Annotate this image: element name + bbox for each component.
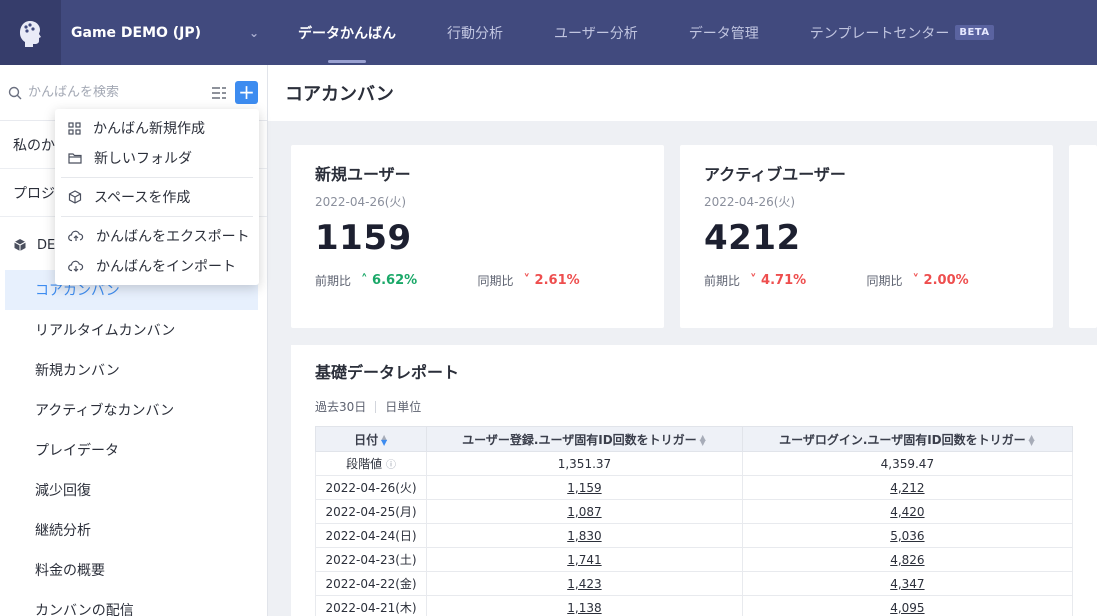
date-cell: 2022-04-21(木) <box>314 595 428 616</box>
sort-icon[interactable]: ▲ ▼ <box>380 434 388 447</box>
value-link[interactable]: 1,159 <box>426 475 743 500</box>
date-cell: 2022-04-26(火) <box>314 475 428 500</box>
sidebar-item-new-kanban[interactable]: 新規カンバン <box>0 350 267 390</box>
menu-divider <box>61 177 253 178</box>
info-icon[interactable]: ⓘ <box>386 460 396 471</box>
nav-data-kanban[interactable]: データかんばん <box>298 0 396 65</box>
value-link[interactable]: 4,420 <box>741 499 1074 524</box>
table-row: 2022-04-21(木) 1,138 4,095 <box>314 595 1074 616</box>
report-meta: 過去30日 日単位 <box>315 398 1073 415</box>
value-link[interactable]: 1,138 <box>426 595 743 616</box>
mom-value: ˅ 4.71% <box>750 273 807 288</box>
metric-card-partial[interactable] <box>1069 145 1097 328</box>
menu-export-kanban[interactable]: かんばんをエクスポート <box>55 221 259 251</box>
stage-row: 段階値 ⓘ 1,351.37 4,359.47 <box>314 451 1074 476</box>
date-cell: 2022-04-24(日) <box>314 523 428 548</box>
folder-icon <box>68 153 82 164</box>
value-link[interactable]: 1,741 <box>426 547 743 572</box>
column-header-login[interactable]: ユーザログイン.ユーザ固有ID回数をトリガー ▲ ▼ <box>741 426 1074 452</box>
table-row: 2022-04-25(月) 1,087 4,420 <box>314 499 1074 524</box>
chevron-down-icon: ⌄ <box>248 25 259 40</box>
mom-label: 前期比 <box>315 274 352 288</box>
yoy-label: 同期比 <box>477 274 514 288</box>
sidebar-item-play-data[interactable]: プレイデータ <box>0 430 267 470</box>
page-title: コアカンバン <box>268 65 1097 121</box>
cloud-upload-icon <box>68 230 84 242</box>
column-header-date[interactable]: 日付 ▲ ▼ <box>314 426 428 452</box>
sort-icon[interactable]: ▲ ▼ <box>699 434 707 447</box>
cloud-download-icon <box>68 260 84 272</box>
cube-icon <box>68 190 82 204</box>
grid-icon <box>68 121 81 135</box>
card-title: アクティブユーザー <box>704 165 846 184</box>
card-comparisons: 前期比 ˄ 6.62% 同期比 ˅ 2.61% <box>315 272 640 289</box>
main-nav: データかんばん 行動分析 ユーザー分析 データ管理 テンプレートセンター BET… <box>298 0 1045 65</box>
basic-data-report: 基礎データレポート 過去30日 日単位 日付 ▲ ▼ ユーザー登録.ユーザ固有ID回… <box>291 345 1097 616</box>
yoy-value: ˅ 2.61% <box>523 273 580 288</box>
card-date: 2022-04-26(火) <box>315 195 407 209</box>
sidebar-item-revenue-overview[interactable]: 料金の概要 <box>0 550 267 590</box>
value-link[interactable]: 1,423 <box>426 571 743 596</box>
value-link[interactable]: 4,095 <box>741 595 1074 616</box>
search-input[interactable] <box>28 85 208 100</box>
project-name: Game DEMO (JP) <box>71 24 202 41</box>
nav-user-analysis[interactable]: ユーザー分析 <box>554 0 638 65</box>
divider <box>375 400 377 413</box>
card-value: 1159 <box>315 218 412 258</box>
menu-import-kanban[interactable]: かんばんをインポート <box>55 251 259 281</box>
table-row: 2022-04-23(土) 1,741 4,826 <box>314 547 1074 572</box>
time-unit[interactable]: 日単位 <box>385 398 421 415</box>
card-title: 新規ユーザー <box>315 165 411 184</box>
menu-create-space[interactable]: スペースを作成 <box>55 182 259 212</box>
menu-new-kanban[interactable]: かんばん新規作成 <box>55 113 259 143</box>
beta-badge: BETA <box>955 25 994 40</box>
yoy-value: ˅ 2.00% <box>912 273 969 288</box>
menu-new-folder[interactable]: 新しいフォルダ <box>55 143 259 173</box>
add-dropdown-menu: かんばん新規作成 新しいフォルダ スペースを作成 かんばんをエクスポート かんば… <box>55 109 259 285</box>
card-value: 4212 <box>704 218 801 258</box>
nav-behavior-analysis[interactable]: 行動分析 <box>447 0 503 65</box>
sidebar-item-realtime-kanban[interactable]: リアルタイムカンバン <box>0 310 267 350</box>
menu-divider <box>61 216 253 217</box>
add-button[interactable]: + <box>235 81 258 104</box>
app-logo[interactable] <box>0 0 61 65</box>
space-group-label: DE <box>37 237 56 253</box>
date-cell: 2022-04-22(金) <box>314 571 428 596</box>
value-link[interactable]: 5,036 <box>741 523 1074 548</box>
project-selector[interactable]: Game DEMO (JP) ⌄ <box>61 0 267 65</box>
report-title: 基礎データレポート <box>315 363 460 382</box>
sidebar-item-kanban-delivery[interactable]: カンバンの配信 <box>0 590 267 616</box>
metric-card-new-users[interactable]: 新規ユーザー 2022-04-26(火) 1159 前期比 ˄ 6.62% 同期比… <box>291 145 664 328</box>
nav-template-center[interactable]: テンプレートセンター BETA <box>810 0 994 65</box>
value-link[interactable]: 4,212 <box>741 475 1074 500</box>
sidebar-item-churn-recovery[interactable]: 減少回復 <box>0 470 267 510</box>
sidebar-item-active-kanban[interactable]: アクティブなカンバン <box>0 390 267 430</box>
table-row: 2022-04-26(火) 1,159 4,212 <box>314 475 1074 500</box>
metric-card-active-users[interactable]: アクティブユーザー 2022-04-26(火) 4212 前期比 ˅ 4.71% … <box>680 145 1053 328</box>
value-link[interactable]: 4,347 <box>741 571 1074 596</box>
value-link[interactable]: 4,826 <box>741 547 1074 572</box>
search-icon <box>8 86 22 99</box>
value-link[interactable]: 1,087 <box>426 499 743 524</box>
date-range[interactable]: 過去30日 <box>315 398 366 415</box>
brain-head-icon <box>19 20 41 47</box>
value-link[interactable]: 1,830 <box>426 523 743 548</box>
nav-data-management[interactable]: データ管理 <box>689 0 759 65</box>
sidebar-item-retention[interactable]: 継続分析 <box>0 510 267 550</box>
date-cell: 2022-04-23(土) <box>314 547 428 572</box>
card-comparisons: 前期比 ˅ 4.71% 同期比 ˅ 2.00% <box>704 272 1029 289</box>
list-view-icon[interactable] <box>212 86 226 99</box>
card-date: 2022-04-26(火) <box>704 195 796 209</box>
yoy-label: 同期比 <box>866 274 903 288</box>
sort-icon[interactable]: ▲ ▼ <box>1028 434 1036 447</box>
table-row: 2022-04-24(日) 1,830 5,036 <box>314 523 1074 548</box>
mom-label: 前期比 <box>704 274 741 288</box>
date-cell: 2022-04-25(月) <box>314 499 428 524</box>
top-nav-bar: Game DEMO (JP) ⌄ データかんばん 行動分析 ユーザー分析 データ… <box>0 0 1097 65</box>
cube-icon <box>14 239 26 251</box>
report-table: 日付 ▲ ▼ ユーザー登録.ユーザ固有ID回数をトリガー ▲ ▼ ユーザログイン.ユーザ… <box>314 426 1074 616</box>
column-header-registration[interactable]: ユーザー登録.ユーザ固有ID回数をトリガー ▲ ▼ <box>426 426 743 452</box>
mom-value: ˄ 6.62% <box>361 273 418 288</box>
table-row: 2022-04-22(金) 1,423 4,347 <box>314 571 1074 596</box>
